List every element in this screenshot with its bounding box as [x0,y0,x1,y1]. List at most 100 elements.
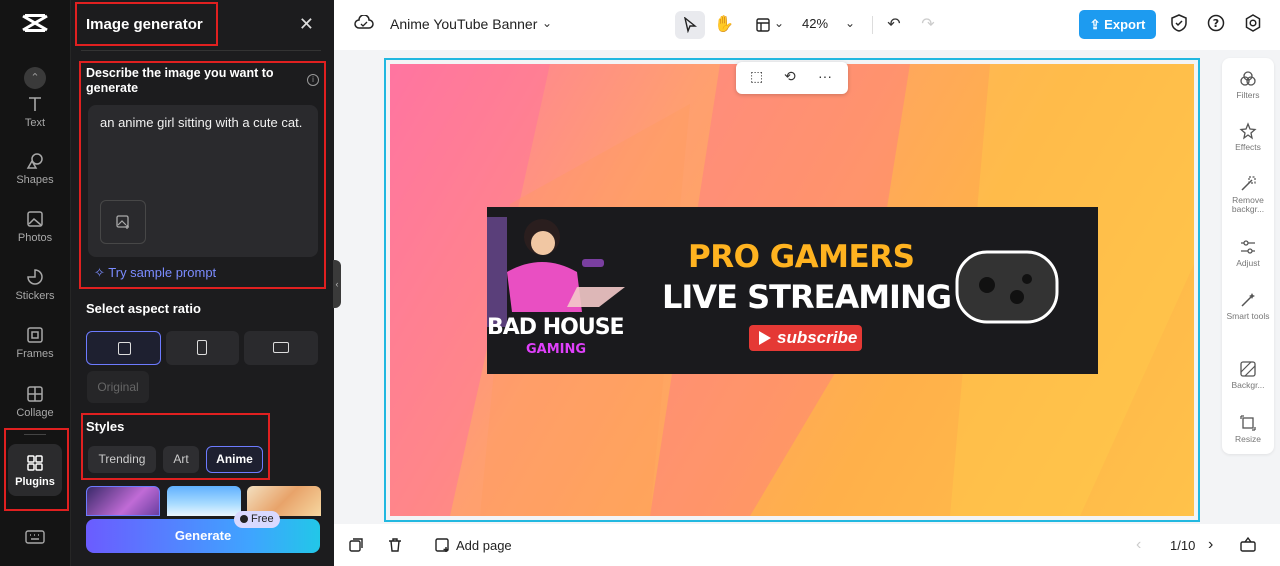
top-bar: Anime YouTube Banner ⌄ ✋ ⌄ 42% ⌄ ↶ ↷ ⇪ E… [334,0,1280,50]
right-tools-panel: Filters Effects Remove backgr... Adjust … [1222,58,1274,454]
pages-panel-icon[interactable] [1240,536,1256,557]
tool-label: Resize [1235,434,1261,444]
banner-title-line1: PRO GAMERS [688,239,915,275]
export-button[interactable]: ⇪ Export [1079,10,1156,39]
effects-icon [1222,122,1274,140]
export-label: Export [1104,17,1146,32]
generate-button[interactable]: Generate [86,519,320,553]
add-image-icon[interactable] [100,200,146,244]
style-tab-trending[interactable]: Trending [88,446,156,473]
free-badge-label: Free [251,513,274,525]
close-icon[interactable]: ✕ [299,14,314,35]
tool-filters[interactable]: Filters [1222,70,1274,100]
prev-page-icon[interactable]: ‹ [1136,536,1141,554]
rail-item-label: Photos [17,232,53,244]
select-tool-icon[interactable] [675,11,705,39]
tool-label: Filters [1236,90,1260,100]
add-page-icon[interactable] [434,537,450,558]
rail-item-frames[interactable]: Frames [0,326,70,360]
tool-smart-tools[interactable]: Smart tools [1222,291,1274,321]
style-thumbnail[interactable] [167,486,241,516]
rail-item-photos[interactable]: Photos [0,210,70,244]
panel-divider [81,50,321,51]
duplicate-page-icon[interactable] [348,537,364,558]
trash-icon[interactable] [387,537,403,558]
photos-icon [0,210,70,228]
tool-adjust[interactable]: Adjust [1222,238,1274,268]
divider [872,16,873,34]
document-title[interactable]: Anime YouTube Banner [390,16,537,32]
rail-item-shapes[interactable]: Shapes [0,152,70,186]
chevron-down-icon[interactable]: ⌄ [542,16,552,30]
undo-icon[interactable]: ↶ [879,11,909,39]
more-icon[interactable]: ··· [818,68,832,84]
collapse-panel-handle[interactable]: ‹ [333,260,341,308]
keyboard-shortcuts-icon[interactable] [25,530,45,549]
info-icon[interactable]: i [307,74,319,86]
filters-icon [1222,70,1274,88]
image-generator-panel: Image generator ✕ Describe the image you… [71,0,334,566]
hand-tool-icon[interactable]: ✋ [709,11,739,39]
rail-item-label: Collage [16,407,54,419]
upload-icon: ⇪ [1089,17,1105,32]
tool-background[interactable]: Backgr... [1222,360,1274,390]
portrait-icon [197,340,207,355]
frames-icon [0,326,70,344]
prompt-textarea[interactable]: an anime girl sitting with a cute cat. [88,105,318,257]
tool-label: Smart tools [1226,311,1270,321]
subscribe-badge: subscribe [749,325,862,351]
tool-label: Effects [1235,142,1261,152]
settings-icon[interactable] [1244,14,1264,34]
rail-item-plugins[interactable]: Plugins [8,444,62,496]
tool-resize[interactable]: Resize [1222,414,1274,444]
chevron-down-icon[interactable]: ⌄ [774,16,784,30]
aspect-square-button[interactable] [86,331,161,365]
aspect-original-button[interactable]: Original [87,371,149,403]
rail-item-text[interactable]: Text [0,95,70,129]
shield-icon[interactable] [1170,14,1190,34]
floating-toolbar: ⬚ ⟲ ··· [736,62,848,94]
rail-item-label: Text [24,117,46,129]
aspect-portrait-button[interactable] [166,331,239,365]
aspect-landscape-button[interactable] [244,331,318,365]
rail-item-collage[interactable]: Collage [0,385,70,419]
landscape-icon [273,342,289,353]
replace-icon[interactable]: ⟲ [784,68,796,85]
capcut-logo-icon[interactable] [20,12,50,38]
try-sample-prompt-link[interactable]: ✧ Try sample prompt [94,265,216,281]
rail-divider [24,434,46,435]
help-icon[interactable]: ? [1207,14,1227,34]
style-tab-anime[interactable]: Anime [206,446,263,473]
rail-item-label: Frames [16,348,54,360]
resize-icon [1222,414,1274,432]
style-thumbnail[interactable] [86,486,160,516]
scroll-up-icon[interactable]: ⌃ [24,67,46,89]
style-tab-art[interactable]: Art [163,446,199,473]
redo-icon[interactable]: ↷ [913,11,943,39]
background-icon [1222,360,1274,378]
tool-remove-background[interactable]: Remove backgr... [1222,175,1274,214]
cloud-icon[interactable] [354,14,374,36]
prompt-value[interactable]: an anime girl sitting with a cute cat. [100,114,305,131]
sparkle-icon: ✧ [94,265,109,280]
panel-title: Image generator [86,16,203,33]
left-rail: ⌃ Text Shapes Photos Stickers Frames Col… [0,0,71,566]
aspect-ratio-label: Select aspect ratio [86,301,201,316]
play-icon [759,331,771,345]
tool-effects[interactable]: Effects [1222,122,1274,152]
adjust-icon [1222,238,1274,256]
crop-icon[interactable]: ⬚ [750,68,763,85]
next-page-icon[interactable]: › [1208,536,1213,554]
rail-item-stickers[interactable]: Stickers [0,268,70,302]
smart-tools-icon [1222,291,1274,309]
sample-prompt-label: Try sample prompt [108,265,217,280]
stickers-icon [0,268,70,286]
coin-icon [240,515,248,523]
add-page-button[interactable]: Add page [456,538,512,553]
styles-label: Styles [86,419,125,434]
brand-sub: GAMING [526,342,587,357]
tool-label: Remove backgr... [1231,195,1265,214]
remove-background-icon [1222,175,1274,193]
chevron-down-icon[interactable]: ⌄ [845,16,855,30]
zoom-level[interactable]: 42% [802,16,828,31]
